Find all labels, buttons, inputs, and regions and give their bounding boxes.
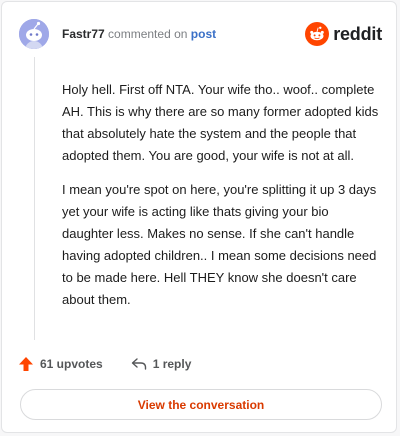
comment-actions: 61 upvotes 1 reply: [18, 354, 191, 374]
avatar[interactable]: [19, 19, 49, 49]
comment-card: Fastr77 commented on post reddit Holy he…: [1, 1, 397, 433]
reply-arrow-icon: [131, 358, 146, 370]
upvote-button[interactable]: 61 upvotes: [18, 356, 103, 372]
reddit-wordmark: reddit: [333, 23, 382, 44]
comment-header: Fastr77 commented on post: [62, 27, 216, 41]
comment-paragraph: I mean you're spot on here, you're split…: [62, 182, 377, 307]
comment-body: Holy hell. First off NTA. Your wife tho.…: [62, 79, 380, 323]
reply-button[interactable]: 1 reply: [131, 356, 192, 372]
upvote-count: 61 upvotes: [40, 357, 103, 371]
reply-count: 1 reply: [152, 357, 192, 371]
comment-paragraph: Holy hell. First off NTA. Your wife tho.…: [62, 82, 379, 163]
reddit-snoo-avatar-icon: [19, 19, 49, 49]
post-link[interactable]: post: [191, 27, 216, 41]
view-conversation-button[interactable]: View the conversation: [20, 389, 382, 420]
commented-on-text: commented on: [108, 27, 188, 41]
username[interactable]: Fastr77: [62, 27, 105, 41]
thread-line: [34, 57, 35, 340]
reddit-logo[interactable]: reddit: [305, 21, 382, 47]
upvote-arrow-icon: [19, 357, 33, 371]
reddit-alien-logo-icon: [305, 22, 330, 46]
